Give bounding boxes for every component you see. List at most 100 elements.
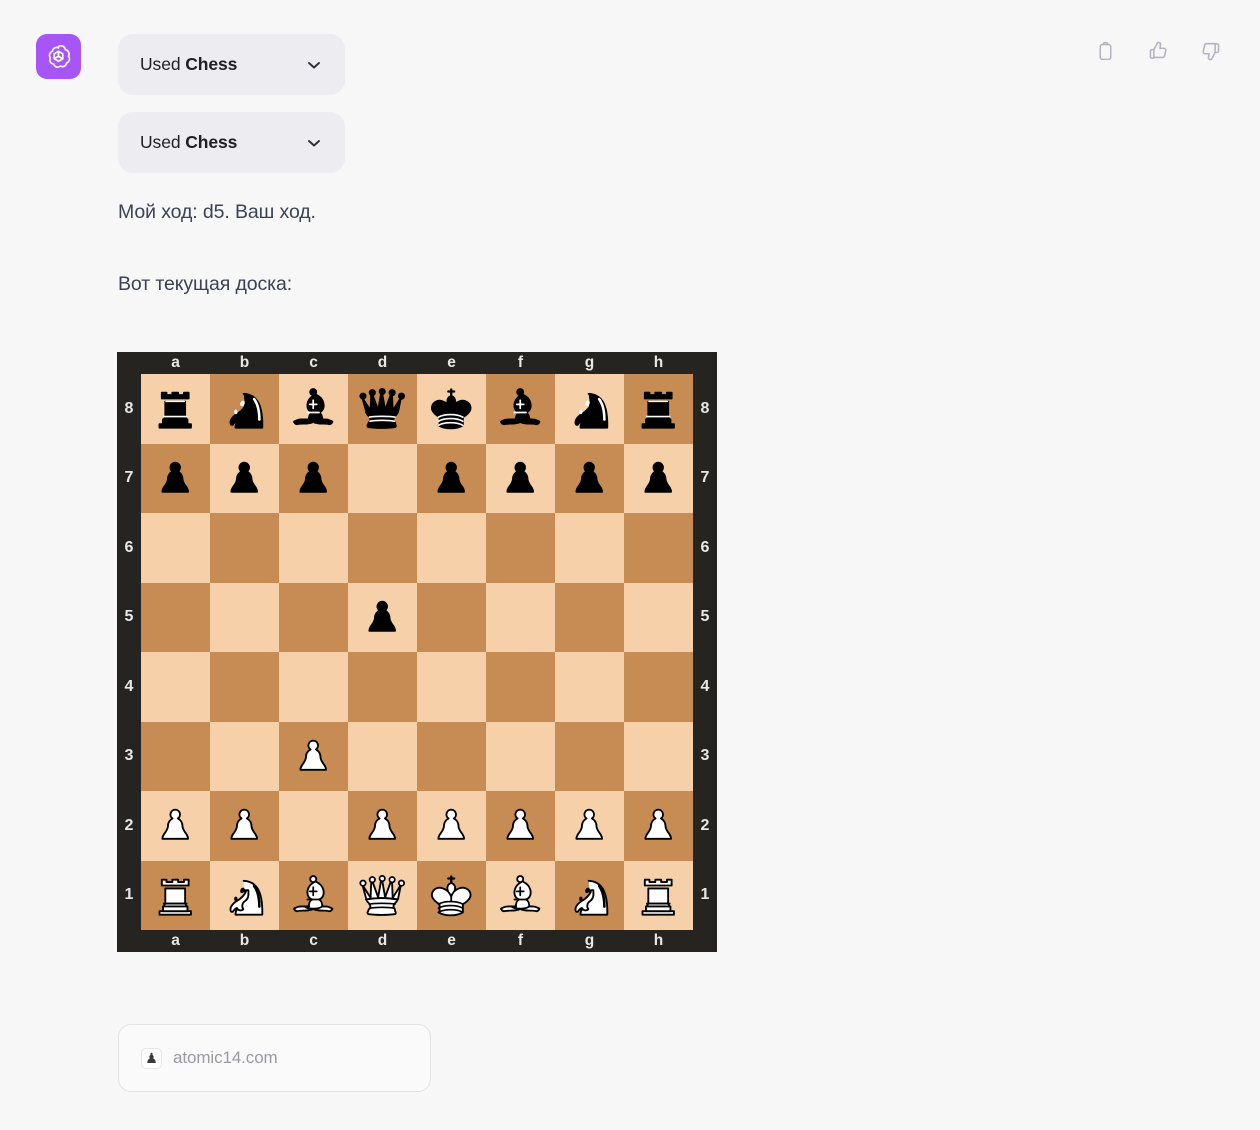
white-knight-icon[interactable] bbox=[210, 861, 279, 931]
white-rook-icon[interactable] bbox=[624, 861, 693, 931]
square-a8[interactable] bbox=[141, 374, 210, 444]
square-h8[interactable] bbox=[624, 374, 693, 444]
square-b2[interactable] bbox=[210, 791, 279, 861]
square-c1[interactable] bbox=[279, 860, 348, 931]
black-pawn-icon[interactable] bbox=[624, 444, 693, 514]
black-pawn-icon[interactable] bbox=[348, 583, 417, 653]
square-g1[interactable] bbox=[555, 860, 624, 931]
square-b1[interactable] bbox=[210, 860, 279, 931]
black-queen-icon[interactable] bbox=[348, 374, 417, 444]
square-h6[interactable] bbox=[624, 513, 693, 583]
white-pawn-icon[interactable] bbox=[141, 791, 210, 861]
chevron-down-icon[interactable] bbox=[305, 134, 323, 152]
square-d4[interactable] bbox=[348, 652, 417, 722]
thumbs-down-button[interactable] bbox=[1198, 38, 1224, 64]
tool-call-chess-2[interactable]: Used Chess bbox=[118, 112, 345, 173]
square-e7[interactable] bbox=[417, 443, 486, 514]
square-f2[interactable] bbox=[486, 791, 555, 861]
black-pawn-icon[interactable] bbox=[279, 444, 348, 514]
square-c7[interactable] bbox=[279, 443, 348, 514]
black-knight-icon[interactable] bbox=[555, 374, 624, 444]
white-pawn-icon[interactable] bbox=[555, 791, 624, 861]
black-king-icon[interactable] bbox=[417, 374, 486, 444]
source-citation-chip[interactable]: ♟ atomic14.com bbox=[118, 1024, 431, 1092]
square-h7[interactable] bbox=[624, 443, 693, 514]
square-g3[interactable] bbox=[555, 721, 624, 791]
square-b7[interactable] bbox=[210, 443, 279, 514]
white-king-icon[interactable] bbox=[417, 861, 486, 931]
board-squares[interactable] bbox=[141, 374, 693, 930]
square-h2[interactable] bbox=[624, 791, 693, 861]
square-h4[interactable] bbox=[624, 652, 693, 722]
square-d1[interactable] bbox=[348, 860, 417, 931]
square-e2[interactable] bbox=[417, 791, 486, 861]
square-d3[interactable] bbox=[348, 721, 417, 791]
white-pawn-icon[interactable] bbox=[348, 791, 417, 861]
square-d8[interactable] bbox=[348, 374, 417, 444]
square-e3[interactable] bbox=[417, 721, 486, 791]
square-e6[interactable] bbox=[417, 513, 486, 583]
tool-call-chess-1[interactable]: Used Chess bbox=[118, 34, 345, 95]
square-d7[interactable] bbox=[348, 443, 417, 513]
white-knight-icon[interactable] bbox=[555, 861, 624, 931]
black-bishop-icon[interactable] bbox=[486, 374, 555, 444]
square-c5[interactable] bbox=[279, 582, 348, 652]
square-e8[interactable] bbox=[417, 374, 486, 444]
white-pawn-icon[interactable] bbox=[417, 791, 486, 861]
square-a1[interactable] bbox=[141, 860, 210, 931]
square-b3[interactable] bbox=[210, 721, 279, 791]
square-b4[interactable] bbox=[210, 652, 279, 722]
square-g5[interactable] bbox=[555, 582, 624, 652]
chess-board[interactable]: abcdefgh 87654321 8 7 6 5 4 3 2 1 a b c … bbox=[117, 352, 717, 952]
square-a2[interactable] bbox=[141, 791, 210, 861]
black-pawn-icon[interactable] bbox=[486, 444, 555, 514]
white-pawn-icon[interactable] bbox=[279, 722, 348, 792]
square-b6[interactable] bbox=[210, 513, 279, 583]
black-rook-icon[interactable] bbox=[624, 374, 693, 444]
square-c4[interactable] bbox=[279, 652, 348, 722]
square-g7[interactable] bbox=[555, 443, 624, 514]
square-g2[interactable] bbox=[555, 791, 624, 861]
black-pawn-icon[interactable] bbox=[417, 444, 486, 514]
square-c8[interactable] bbox=[279, 374, 348, 444]
square-e5[interactable] bbox=[417, 582, 486, 652]
square-f1[interactable] bbox=[486, 860, 555, 931]
square-g6[interactable] bbox=[555, 513, 624, 583]
square-g8[interactable] bbox=[555, 374, 624, 444]
square-a4[interactable] bbox=[141, 652, 210, 722]
black-pawn-icon[interactable] bbox=[555, 444, 624, 514]
square-b5[interactable] bbox=[210, 582, 279, 652]
square-f8[interactable] bbox=[486, 374, 555, 444]
square-a6[interactable] bbox=[141, 513, 210, 583]
square-f7[interactable] bbox=[486, 443, 555, 514]
square-d2[interactable] bbox=[348, 791, 417, 861]
square-e1[interactable] bbox=[417, 860, 486, 931]
square-a5[interactable] bbox=[141, 582, 210, 652]
white-pawn-icon[interactable] bbox=[210, 791, 279, 861]
square-f6[interactable] bbox=[486, 513, 555, 583]
black-rook-icon[interactable] bbox=[141, 374, 210, 444]
square-c2[interactable] bbox=[279, 791, 348, 861]
square-a7[interactable] bbox=[141, 443, 210, 514]
square-e4[interactable] bbox=[417, 652, 486, 722]
chevron-down-icon[interactable] bbox=[305, 56, 323, 74]
white-queen-icon[interactable] bbox=[348, 861, 417, 931]
thumbs-up-button[interactable] bbox=[1145, 38, 1171, 64]
square-c3[interactable] bbox=[279, 721, 348, 792]
white-pawn-icon[interactable] bbox=[624, 791, 693, 861]
white-bishop-icon[interactable] bbox=[279, 861, 348, 931]
white-rook-icon[interactable] bbox=[141, 861, 210, 931]
square-d6[interactable] bbox=[348, 513, 417, 583]
square-d5[interactable] bbox=[348, 582, 417, 653]
square-g4[interactable] bbox=[555, 652, 624, 722]
black-pawn-icon[interactable] bbox=[210, 444, 279, 514]
square-c6[interactable] bbox=[279, 513, 348, 583]
white-bishop-icon[interactable] bbox=[486, 861, 555, 931]
white-pawn-icon[interactable] bbox=[486, 791, 555, 861]
copy-button[interactable] bbox=[1092, 38, 1118, 64]
black-bishop-icon[interactable] bbox=[279, 374, 348, 444]
square-h1[interactable] bbox=[624, 860, 693, 931]
black-pawn-icon[interactable] bbox=[141, 444, 210, 514]
black-knight-icon[interactable] bbox=[210, 374, 279, 444]
square-b8[interactable] bbox=[210, 374, 279, 444]
